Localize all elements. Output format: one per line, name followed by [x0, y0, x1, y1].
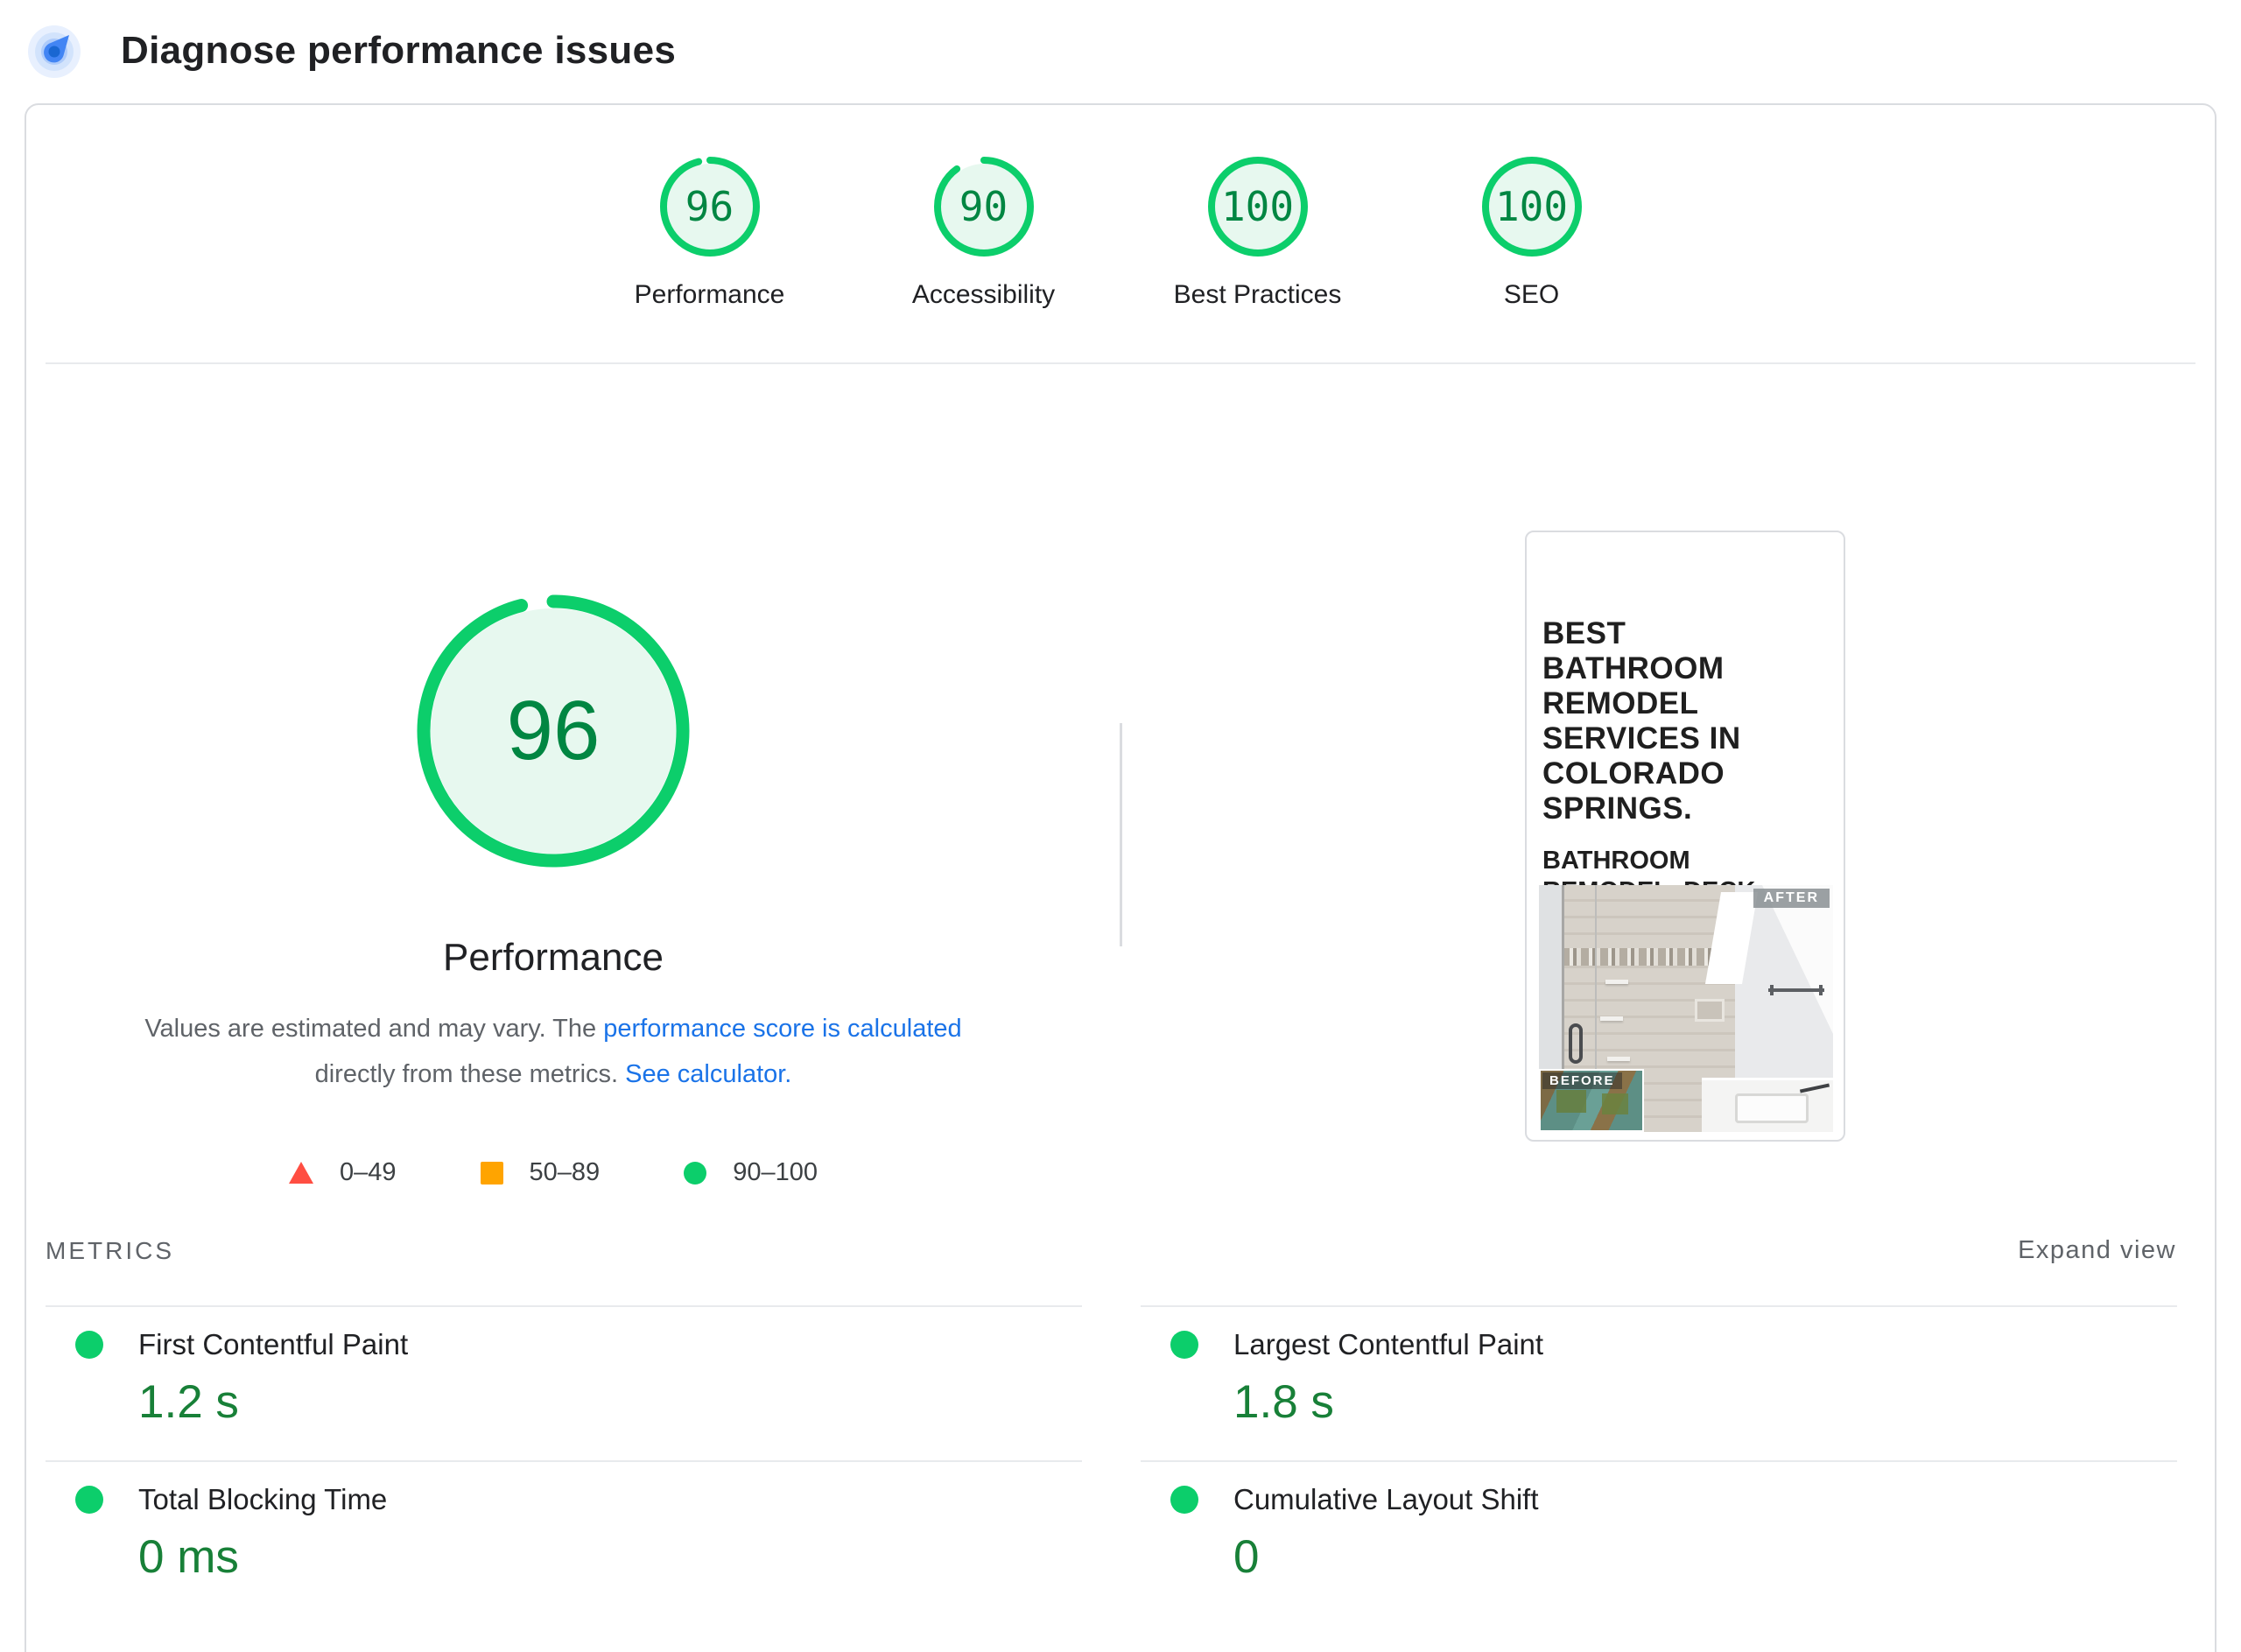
score-value: 90 [933, 156, 1035, 257]
metric-name: Largest Contentful Paint [1233, 1328, 1543, 1361]
page-title: Diagnose performance issues [121, 29, 676, 73]
performance-score-value: 96 [417, 594, 690, 868]
pass-dot-icon [1170, 1486, 1198, 1514]
average-square-icon [481, 1162, 503, 1185]
performance-overview: 96 Performance Values are estimated and … [26, 364, 2215, 1231]
metric-value: 0 ms [138, 1530, 1082, 1584]
before-photo-detail [1556, 1090, 1586, 1113]
metrics-grid: First Contentful Paint 1.2 s Largest Con… [26, 1305, 2215, 1615]
legend-fail: 0–49 [289, 1158, 397, 1187]
metric-name: Cumulative Layout Shift [1233, 1483, 1539, 1516]
seo-gauge: 100 [1481, 156, 1583, 257]
score-best-practices[interactable]: 100 Best Practices [1140, 156, 1376, 310]
pass-dot-icon [75, 1486, 103, 1514]
see-calculator-link[interactable]: See calculator. [625, 1060, 791, 1088]
legend-range: 90–100 [733, 1158, 818, 1187]
screenshot-heading: BEST BATHROOM REMODEL SERVICES IN COLORA… [1542, 616, 1807, 826]
metric-largest-contentful-paint: Largest Contentful Paint 1.8 s [1141, 1305, 2177, 1460]
metrics-title: METRICS [46, 1237, 174, 1265]
pass-dot-icon [1170, 1331, 1198, 1359]
metric-cumulative-layout-shift: Cumulative Layout Shift 0 [1141, 1460, 2177, 1615]
metric-value: 1.2 s [138, 1375, 1082, 1429]
pass-circle-icon [684, 1162, 706, 1185]
performance-gauge: 96 [659, 156, 761, 257]
pass-dot-icon [75, 1331, 103, 1359]
expand-view-button[interactable]: Expand view [2018, 1236, 2176, 1265]
shower-niche [1695, 999, 1725, 1022]
score-label: Performance [635, 280, 785, 310]
metric-value: 1.8 s [1233, 1375, 2177, 1429]
calculated-link[interactable]: performance score is calculated [603, 1015, 961, 1043]
legend-pass: 90–100 [684, 1158, 818, 1187]
score-performance[interactable]: 96 Performance [592, 156, 828, 310]
legend-range: 50–89 [530, 1158, 601, 1187]
metric-total-blocking-time: Total Blocking Time 0 ms [46, 1460, 1082, 1615]
before-inset-photo: BEFORE [1539, 1069, 1644, 1132]
before-badge: BEFORE [1542, 1072, 1622, 1089]
page-header: Diagnose performance issues [0, 0, 2241, 79]
score-label: SEO [1504, 280, 1559, 310]
sink [1735, 1093, 1809, 1123]
metric-value: 0 [1233, 1530, 2177, 1584]
description-text: Values are estimated and may vary. The [144, 1015, 603, 1043]
shower-shelf [1600, 1016, 1623, 1021]
performance-column: 96 Performance Values are estimated and … [111, 364, 995, 1187]
performance-main-gauge: 96 [417, 594, 690, 868]
before-photo-detail [1602, 1093, 1628, 1114]
best-practices-gauge: 100 [1207, 156, 1309, 257]
accessibility-gauge: 90 [933, 156, 1035, 257]
performance-description: Values are estimated and may vary. The p… [111, 1006, 995, 1097]
score-seo[interactable]: 100 SEO [1414, 156, 1650, 310]
description-text: directly from these metrics. [315, 1060, 626, 1088]
pagespeed-insights-icon [26, 23, 82, 79]
category-scores-row: 96 Performance 90 Accessibility 100 [26, 105, 2215, 310]
towel-bar [1768, 988, 1824, 992]
shower-shelf [1605, 980, 1628, 984]
metric-name: Total Blocking Time [138, 1483, 387, 1516]
performance-heading: Performance [111, 936, 995, 980]
shower-door-handle [1569, 1023, 1583, 1064]
vertical-divider [1120, 723, 1122, 946]
legend-range: 0–49 [340, 1158, 397, 1187]
fail-triangle-icon [289, 1162, 313, 1184]
score-label: Best Practices [1174, 280, 1342, 310]
report-card: 96 Performance 90 Accessibility 100 [25, 103, 2216, 1652]
score-value: 96 [659, 156, 761, 257]
score-accessibility[interactable]: 90 Accessibility [866, 156, 1102, 310]
score-label: Accessibility [912, 280, 1055, 310]
score-value: 100 [1207, 156, 1309, 257]
metrics-header: METRICS Expand view [26, 1231, 2215, 1265]
score-legend: 0–49 50–89 90–100 [111, 1158, 995, 1187]
after-badge: AFTER [1753, 889, 1830, 908]
metric-first-contentful-paint: First Contentful Paint 1.2 s [46, 1305, 1082, 1460]
page-screenshot-thumbnail[interactable]: BEST BATHROOM REMODEL SERVICES IN COLORA… [1525, 531, 1845, 1142]
legend-average: 50–89 [481, 1158, 601, 1187]
shower-shelf [1607, 1057, 1630, 1061]
score-value: 100 [1481, 156, 1583, 257]
bathroom-photo: AFTER BEFORE [1539, 885, 1833, 1132]
metric-name: First Contentful Paint [138, 1328, 408, 1361]
